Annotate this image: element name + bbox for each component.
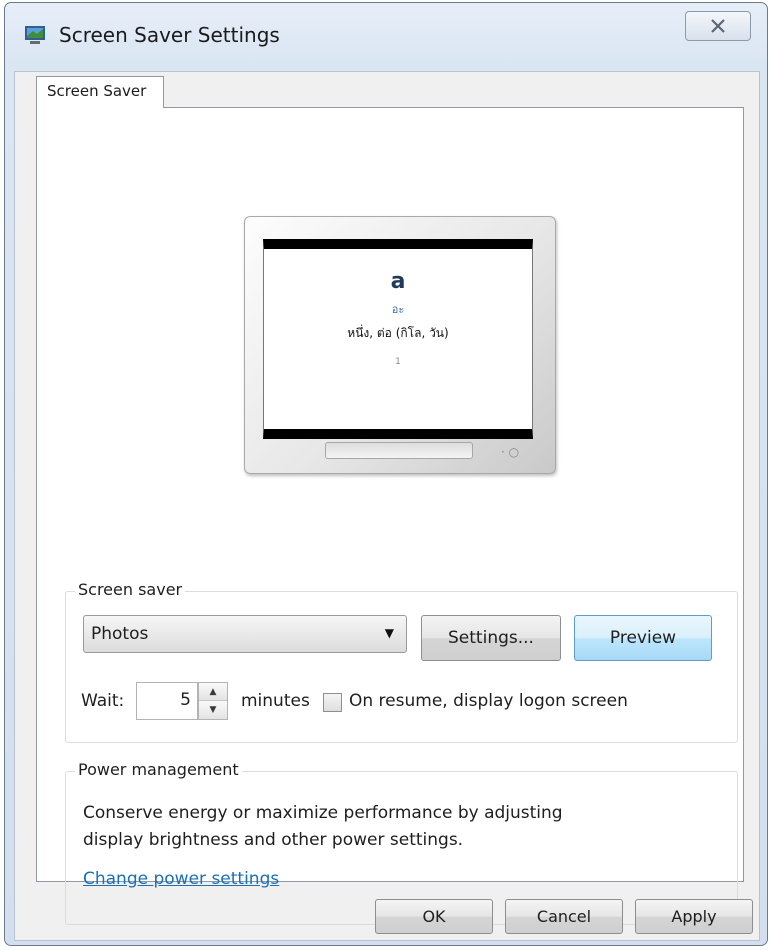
preview-phonetic: อะ — [391, 303, 405, 316]
preview-meaning: หนึ่ง, ต่อ (กิโล, วัน) — [347, 326, 449, 340]
power-description-line-2: display brightness and other power setti… — [83, 830, 464, 850]
screen-saver-app-icon — [25, 26, 45, 44]
resume-logon-label[interactable]: On resume, display logon screen — [349, 691, 628, 711]
preview-word: a — [390, 269, 406, 294]
minutes-label: minutes — [241, 691, 310, 711]
apply-button[interactable]: Apply — [635, 899, 753, 934]
cancel-button[interactable]: Cancel — [505, 899, 623, 934]
power-description-line-1: Conserve energy or maximize performance … — [83, 803, 563, 823]
preview-monitor: a อะ หนึ่ง, ต่อ (กิโล, วัน) 1 · ○ — [244, 216, 556, 474]
wait-minutes-spinner[interactable]: ▲ ▼ — [198, 682, 228, 720]
screen-saver-selected-value: Photos — [91, 624, 149, 644]
screen-saver-group-label: Screen saver — [75, 580, 186, 599]
screen-saver-group: Screen saver Photos ▼ Settings... Previe… — [65, 580, 738, 743]
resume-logon-checkbox[interactable] — [323, 693, 342, 712]
dialog-window: Screen Saver Settings Screen Saver a อะ … — [4, 2, 768, 946]
preview-screen: a อะ หนึ่ง, ต่อ (กิโล, วัน) 1 — [263, 239, 533, 439]
power-button-icon: · ○ — [501, 445, 520, 459]
screen-saver-select[interactable]: Photos ▼ — [83, 615, 407, 653]
title-bar[interactable]: Screen Saver Settings — [5, 3, 767, 67]
tab-screen-saver[interactable]: Screen Saver — [36, 76, 164, 108]
power-description: Conserve energy or maximize performance … — [83, 800, 683, 854]
preview-button[interactable]: Preview — [574, 615, 712, 661]
close-icon — [711, 19, 725, 33]
settings-button[interactable]: Settings... — [421, 615, 561, 661]
ok-button[interactable]: OK — [375, 899, 493, 934]
wait-label: Wait: — [81, 691, 125, 711]
spin-down-icon[interactable]: ▼ — [199, 701, 227, 719]
power-management-group-label: Power management — [75, 760, 242, 779]
spin-up-icon[interactable]: ▲ — [199, 683, 227, 701]
change-power-settings-link[interactable]: Change power settings — [83, 869, 279, 889]
monitor-base — [325, 442, 473, 459]
window-title: Screen Saver Settings — [59, 23, 280, 47]
dialog-client-area: Screen Saver a อะ หนึ่ง, ต่อ (กิโล, วัน)… — [14, 71, 760, 941]
tab-panel: a อะ หนึ่ง, ต่อ (กิโล, วัน) 1 · ○ Screen… — [36, 107, 744, 925]
close-button[interactable] — [685, 11, 751, 41]
wait-minutes-input[interactable]: 5 — [136, 682, 198, 720]
preview-footer: 1 — [395, 357, 401, 367]
dropdown-arrow-icon[interactable]: ▼ — [385, 626, 394, 640]
